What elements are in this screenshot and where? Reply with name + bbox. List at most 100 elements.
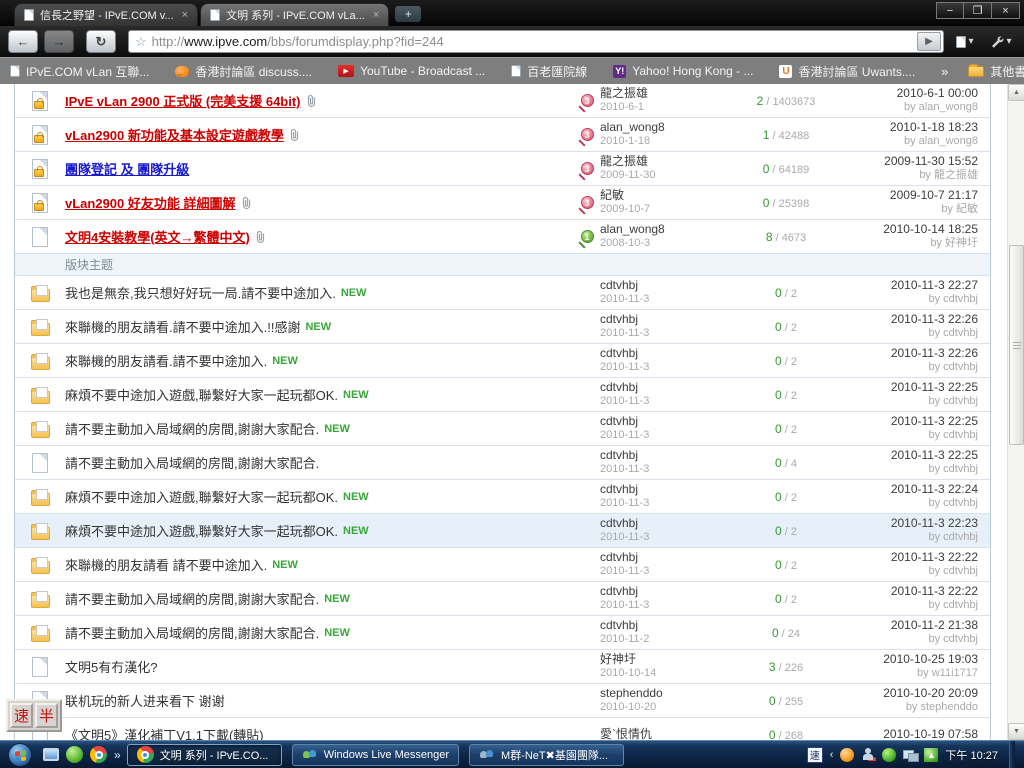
author-link[interactable]: cdtvhbj: [600, 550, 638, 564]
bookmark-star-icon[interactable]: ☆: [135, 34, 147, 50]
thread-title-link[interactable]: 來聯機的朋友請看.請不要中途加入.: [65, 351, 267, 370]
bookmark-item[interactable]: 百老匯院線: [511, 63, 587, 80]
bookmarks-overflow-chevron[interactable]: »: [941, 64, 948, 79]
go-button[interactable]: ▶: [917, 32, 941, 51]
author-link[interactable]: cdtvhbj: [600, 278, 638, 292]
thread-title-link[interactable]: 請不要主動加入局域網的房間,謝謝大家配合.: [65, 623, 319, 642]
start-button[interactable]: [8, 743, 32, 767]
thread-title-link[interactable]: 請不要主動加入局域網的房間,謝謝大家配合.: [65, 419, 319, 438]
last-poster-link[interactable]: cdtvhbj: [943, 463, 978, 475]
tray-pps-icon[interactable]: [882, 748, 896, 762]
last-poster-link[interactable]: cdtvhbj: [943, 361, 978, 373]
author-link[interactable]: cdtvhbj: [600, 482, 638, 496]
last-poster-link[interactable]: cdtvhbj: [943, 327, 978, 339]
scroll-down-button[interactable]: ▼: [1008, 723, 1024, 740]
thread-title-link[interactable]: 麻煩不要中途加入遊戲,聯繫好大家一起玩都OK.: [65, 385, 338, 404]
scroll-up-button[interactable]: ▲: [1008, 84, 1024, 101]
last-poster-link[interactable]: cdtvhbj: [943, 531, 978, 543]
reload-button[interactable]: ↻: [86, 30, 116, 53]
author-link[interactable]: 龍之振雄: [600, 86, 648, 100]
thread-title-link[interactable]: IPvE vLan 2900 正式版 (完美支援 64bit): [65, 91, 301, 110]
thread-title-link[interactable]: 《文明5》漢化補丁V1.1下載(轉貼): [65, 725, 264, 740]
last-poster-link[interactable]: cdtvhbj: [943, 599, 978, 611]
last-poster-link[interactable]: cdtvhbj: [943, 395, 978, 407]
last-poster-link[interactable]: w11i1717: [932, 667, 978, 679]
last-poster-link[interactable]: 好神圩: [945, 237, 978, 249]
tray-contact-busy-icon[interactable]: [861, 748, 875, 762]
bookmark-item[interactable]: Y!Yahoo! Hong Kong - ...: [613, 64, 753, 78]
address-bar[interactable]: ☆ http://www.ipve.com/bbs/forumdisplay.p…: [128, 30, 944, 53]
taskbar-window-button[interactable]: M群-NeT✖基園團隊...: [469, 744, 624, 766]
author-link[interactable]: cdtvhbj: [600, 346, 638, 360]
bookmark-item[interactable]: ▶YouTube - Broadcast ...: [338, 64, 485, 78]
thread-title-link[interactable]: 我也是無奈,我只想好好玩一局.請不要中途加入.: [65, 283, 336, 302]
tab-inactive[interactable]: 信長之野望 - IPvE.COM v...×: [14, 3, 198, 26]
tray-usb-eject-icon[interactable]: ▲: [924, 748, 938, 762]
other-bookmarks-button[interactable]: 其他書籤: [968, 63, 1024, 80]
thread-title-link[interactable]: 來聯機的朋友請看 請不要中途加入.: [65, 555, 267, 574]
thread-title-link[interactable]: vLan2900 新功能及基本設定遊戲教學: [65, 125, 284, 144]
thread-title-link[interactable]: 文明4安裝教學(英文→繁體中文): [65, 227, 250, 246]
thread-title-link[interactable]: 文明5有冇漢化?: [65, 657, 157, 676]
author-link[interactable]: stephenddo: [600, 686, 663, 700]
minimize-button[interactable]: −: [936, 2, 964, 19]
author-link[interactable]: cdtvhbj: [600, 312, 638, 326]
tab-active[interactable]: 文明 系列 - IPvE.COM vLa...×: [200, 3, 389, 26]
url-text[interactable]: http://www.ipve.com/bbs/forumdisplay.php…: [152, 34, 912, 49]
thread-title-link[interactable]: 團隊登記 及 團隊升級: [65, 159, 189, 178]
bookmark-item[interactable]: IPvE.COM vLan 互聯...: [10, 63, 149, 80]
last-poster-link[interactable]: 紀敏: [956, 203, 978, 215]
vertical-scrollbar[interactable]: ▲ ▼: [1007, 84, 1024, 740]
author-link[interactable]: 好神圩: [600, 652, 636, 666]
thread-title-link[interactable]: 請不要主動加入局域網的房間,謝謝大家配合.: [65, 453, 319, 472]
taskbar-window-button[interactable]: Windows Live Messenger: [292, 744, 459, 766]
author-link[interactable]: cdtvhbj: [600, 380, 638, 394]
author-link[interactable]: 愛ˋ恨情仇: [600, 727, 652, 740]
back-button[interactable]: ←: [8, 30, 38, 53]
close-button[interactable]: ×: [992, 2, 1020, 19]
thread-title-link[interactable]: 來聯機的朋友請看.請不要中途加入.!!感謝: [65, 317, 300, 336]
tray-collapse-arrow[interactable]: ‹: [830, 749, 834, 761]
author-link[interactable]: alan_wong8: [600, 222, 665, 236]
author-link[interactable]: 紀敏: [600, 188, 624, 202]
thread-title-link[interactable]: 請不要主動加入局域網的房間,謝謝大家配合.: [65, 589, 319, 608]
author-link[interactable]: cdtvhbj: [600, 618, 638, 632]
restore-button[interactable]: ❐: [964, 2, 992, 19]
last-poster-link[interactable]: 龍之振雄: [934, 169, 978, 181]
bookmark-item[interactable]: U香港討論區 Uwants....: [779, 63, 915, 80]
tab-close-icon[interactable]: ×: [182, 9, 188, 21]
last-poster-link[interactable]: cdtvhbj: [943, 429, 978, 441]
new-tab-button[interactable]: +: [395, 6, 421, 22]
ime-language-indicator[interactable]: 速: [807, 747, 823, 763]
author-link[interactable]: cdtvhbj: [600, 414, 638, 428]
pps-quicklaunch-icon[interactable]: [66, 746, 83, 763]
last-poster-link[interactable]: alan_wong8: [919, 101, 978, 113]
bookmark-item[interactable]: 香港討論區 discuss....: [175, 63, 312, 80]
last-poster-link[interactable]: cdtvhbj: [943, 293, 978, 305]
author-link[interactable]: cdtvhbj: [600, 584, 638, 598]
author-link[interactable]: cdtvhbj: [600, 448, 638, 462]
last-poster-link[interactable]: cdtvhbj: [943, 497, 978, 509]
last-poster-link[interactable]: cdtvhbj: [943, 633, 978, 645]
taskbar-clock[interactable]: 下午 10:27: [945, 747, 998, 763]
author-link[interactable]: 龍之振雄: [600, 154, 648, 168]
thread-title-link[interactable]: 麻煩不要中途加入遊戲,聯繫好大家一起玩都OK.: [65, 487, 338, 506]
last-poster-link[interactable]: cdtvhbj: [943, 565, 978, 577]
show-desktop-icon[interactable]: [43, 748, 59, 761]
author-link[interactable]: cdtvhbj: [600, 516, 638, 530]
page-menu-button[interactable]: ▾: [950, 30, 980, 53]
chrome-quicklaunch-icon[interactable]: [90, 746, 107, 763]
thread-title-link[interactable]: 联机玩的新人进来看下 谢谢: [65, 691, 225, 710]
ime-halfwidth-button[interactable]: 半: [35, 703, 58, 728]
tools-menu-button[interactable]: ▾: [986, 30, 1016, 53]
tray-messenger-status-icon[interactable]: [840, 748, 854, 762]
author-link[interactable]: alan_wong8: [600, 120, 665, 134]
tray-network-icon[interactable]: [903, 748, 917, 762]
last-poster-link[interactable]: stephenddo: [921, 701, 979, 713]
tab-close-icon[interactable]: ×: [373, 9, 379, 21]
thread-title-link[interactable]: vLan2900 好友功能 詳細圖解: [65, 193, 236, 212]
taskbar-window-button[interactable]: 文明 系列 - IPvE.CO...: [127, 744, 282, 766]
forward-button[interactable]: →: [44, 30, 74, 53]
quick-launch-overflow[interactable]: »: [114, 748, 121, 762]
thread-title-link[interactable]: 麻煩不要中途加入遊戲,聯繫好大家一起玩都OK.: [65, 521, 338, 540]
